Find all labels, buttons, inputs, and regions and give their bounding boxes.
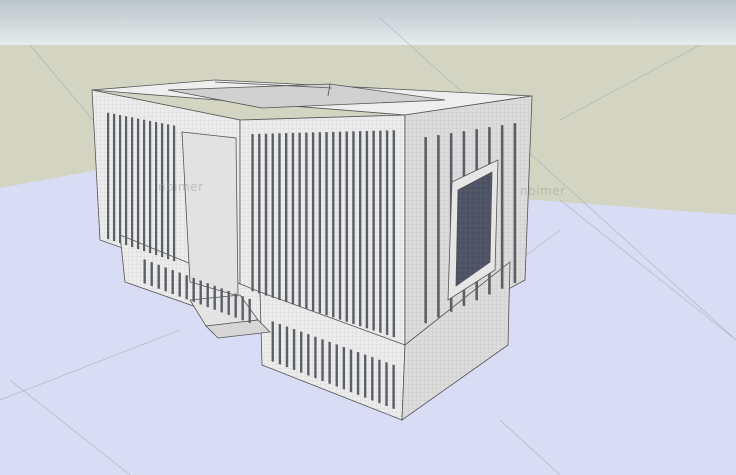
window-strip	[500, 125, 504, 289]
window-strip	[234, 293, 237, 318]
window-strip	[311, 132, 315, 312]
window-strip	[271, 133, 274, 298]
window-strip	[365, 130, 369, 329]
window-strip	[241, 296, 244, 321]
window-strip	[119, 114, 122, 244]
window-strip	[437, 135, 440, 318]
window-strip	[349, 349, 353, 393]
window-strip	[213, 285, 216, 310]
window-strip	[314, 336, 317, 379]
atrium-glass[interactable]	[181, 131, 239, 297]
window-strip	[424, 137, 427, 324]
window-strip	[345, 131, 348, 322]
window-strip	[164, 267, 167, 292]
window-strip	[379, 130, 382, 333]
window-strip	[150, 261, 153, 287]
window-strip	[378, 359, 381, 404]
window-strip	[258, 133, 261, 294]
window-strip	[137, 118, 140, 250]
sketchup-viewport[interactable]: nbimer nbimer	[0, 0, 736, 475]
window-strip	[392, 364, 395, 409]
window-strip	[278, 323, 282, 365]
window-strip	[291, 132, 295, 305]
window-strip	[107, 112, 110, 240]
3d-model-scene[interactable]	[0, 0, 736, 475]
window-strip	[356, 351, 360, 396]
window-strip	[149, 120, 152, 254]
window-strip	[125, 116, 128, 246]
window-strip	[227, 290, 230, 316]
window-strip	[171, 269, 174, 295]
window-strip	[338, 131, 342, 320]
window-strip	[192, 277, 195, 302]
window-strip	[185, 275, 188, 300]
window-strip	[292, 328, 296, 371]
sky	[0, 0, 736, 45]
window-strip	[155, 121, 158, 256]
window-strip	[157, 264, 160, 289]
window-strip	[178, 272, 181, 297]
window-strip	[371, 357, 374, 401]
window-strip	[113, 113, 116, 242]
window-strip	[305, 132, 308, 309]
window-strip	[342, 346, 346, 390]
window-strip	[392, 130, 396, 338]
window-strip	[335, 344, 338, 387]
window-strip	[264, 133, 268, 296]
window-strip	[131, 117, 134, 248]
window-strip	[298, 132, 301, 307]
window-strip	[372, 130, 375, 331]
window-strip	[285, 133, 288, 303]
window-strip	[385, 362, 388, 407]
window-strip	[307, 334, 310, 376]
window-strip	[328, 341, 331, 384]
window-strip	[161, 123, 164, 258]
window-strip	[513, 123, 517, 284]
window-strip	[300, 331, 303, 373]
window-strip	[199, 280, 202, 305]
window-strip	[385, 130, 389, 336]
window-strip	[143, 119, 146, 252]
window-strip	[271, 321, 274, 362]
window-strip	[220, 288, 223, 313]
window-strip	[251, 133, 254, 292]
window-strip	[285, 326, 289, 368]
window-strip	[278, 133, 281, 301]
window-strip	[332, 131, 335, 318]
window-strip	[167, 124, 170, 260]
window-strip	[352, 131, 355, 325]
window-strip	[248, 298, 251, 323]
window-strip	[325, 131, 328, 316]
window-strip	[321, 339, 324, 382]
window-strip	[173, 125, 176, 262]
window-strip	[206, 282, 209, 308]
window-strip	[364, 354, 367, 398]
window-strip	[318, 132, 322, 314]
window-strip	[359, 131, 362, 327]
window-strip	[143, 259, 146, 284]
